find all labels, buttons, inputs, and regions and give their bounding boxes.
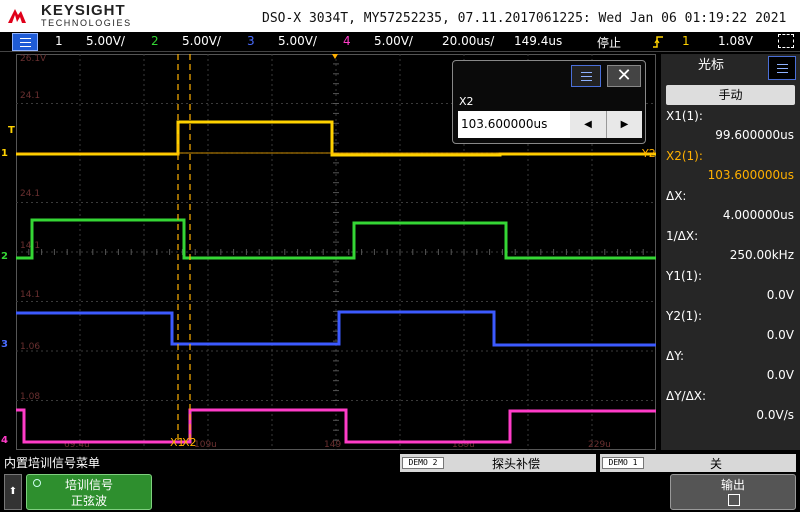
- y1-readout[interactable]: Y1(1): 0.0V: [661, 268, 800, 308]
- ch1-number[interactable]: 1: [55, 34, 63, 48]
- panel-title: 光标: [697, 58, 724, 73]
- trigger-edge-icon: [653, 36, 663, 48]
- brand-subtitle: TECHNOLOGIES: [41, 18, 132, 28]
- cursor-mode-button[interactable]: 手动: [666, 85, 795, 105]
- output-checkbox-icon[interactable]: [728, 494, 740, 506]
- level-label: 1.06: [20, 342, 40, 352]
- training-signal-title: 培训信号: [64, 478, 113, 492]
- trigger-source[interactable]: 1: [682, 34, 690, 48]
- trigger-position-icon: [332, 54, 338, 59]
- time-label: 229u: [588, 440, 611, 450]
- x1-label: X1(1):: [666, 109, 703, 123]
- cursor-box-icon[interactable]: [778, 34, 794, 48]
- level-label: 24.1: [20, 189, 40, 199]
- softkey-menu-title: 内置培训信号菜单: [4, 456, 101, 470]
- y1-value: 0.0V: [766, 288, 794, 302]
- y1-label: Y1(1):: [666, 269, 703, 283]
- inv-dx-readout: 1/ΔX: 250.00kHz: [661, 228, 800, 268]
- dydx-value: 0.0V/s: [756, 408, 794, 422]
- dydx-label: ΔY/ΔX:: [666, 389, 707, 403]
- time-label: 149: [324, 440, 341, 450]
- dialog-menu-button[interactable]: [571, 65, 601, 87]
- y2-value: 0.0V: [766, 328, 794, 342]
- x2-label: X2(1):: [666, 149, 703, 163]
- dx-label: ΔX:: [666, 189, 687, 203]
- level-label: 24.1: [20, 91, 40, 101]
- trigger-marker: T: [8, 125, 15, 136]
- ch1-scale[interactable]: 5.00V/: [86, 34, 125, 48]
- ch1-ref-label: 26.1V: [20, 54, 47, 64]
- level-label: 14.1: [20, 241, 40, 251]
- main-menu-button[interactable]: [12, 33, 38, 51]
- demo1-tag: DEMO 1: [602, 457, 644, 469]
- ch2-scale[interactable]: 5.00V/: [182, 34, 221, 48]
- level-label: 14.1: [20, 290, 40, 300]
- ch3-ground-marker[interactable]: 3: [1, 339, 8, 350]
- inv-dx-label: 1/ΔX:: [666, 229, 699, 243]
- y2-cursor-tag[interactable]: Y2: [642, 147, 656, 160]
- training-signal-value: 正弦波: [70, 494, 107, 508]
- x2-value-field[interactable]: 103.600000us: [458, 111, 570, 138]
- dy-value: 0.0V: [766, 368, 794, 382]
- demo1-label: 关: [710, 457, 723, 471]
- horizontal-delay[interactable]: 149.4us: [514, 34, 562, 48]
- dx-readout: ΔX: 4.000000us: [661, 188, 800, 228]
- demo2-label: 探头补偿: [492, 457, 541, 471]
- x2-readout[interactable]: X2(1): 103.600000us: [661, 148, 800, 188]
- top-header: KEYSIGHT TECHNOLOGIES DSO-X 3034T, MY572…: [0, 0, 800, 32]
- demo1-button[interactable]: DEMO 1 关: [600, 454, 796, 472]
- run-state[interactable]: 停止: [597, 34, 621, 51]
- ch2-number[interactable]: 2: [151, 34, 159, 48]
- demo2-button[interactable]: DEMO 2 探头补偿: [400, 454, 596, 472]
- inv-dx-value: 250.00kHz: [729, 248, 794, 262]
- dialog-label: X2: [459, 95, 474, 108]
- demo2-tag: DEMO 2: [402, 457, 444, 469]
- cursor-x2-dialog: ✕ X2 103.600000us ◀ ▶: [452, 60, 646, 144]
- time-label: 109u: [194, 440, 217, 450]
- y2-readout[interactable]: Y2(1): 0.0V: [661, 308, 800, 348]
- dialog-close-button[interactable]: ✕: [607, 65, 641, 87]
- x1-readout[interactable]: X1(1): 99.600000us: [661, 108, 800, 148]
- increment-right-icon[interactable]: ▶: [606, 111, 642, 138]
- ch4-scale[interactable]: 5.00V/: [374, 34, 413, 48]
- timebase-scale[interactable]: 20.00us/: [442, 34, 494, 48]
- ch4-number[interactable]: 4: [343, 34, 351, 48]
- channel-bar: 1 5.00V/ 2 5.00V/ 3 5.00V/ 4 5.00V/ 20.0…: [0, 32, 800, 52]
- ch4-ground-marker[interactable]: 4: [1, 435, 8, 446]
- output-label: 输出: [720, 478, 745, 492]
- back-up-arrow-icon[interactable]: ⬆: [4, 474, 22, 510]
- selection-indicator-icon: [33, 479, 41, 487]
- x2-cursor-tag[interactable]: X2: [182, 436, 197, 449]
- panel-menu-button[interactable]: [768, 56, 796, 80]
- ch2-ground-marker[interactable]: 2: [1, 251, 8, 262]
- x2-value: 103.600000us: [707, 168, 794, 182]
- cursors-panel: 光标 手动 X1(1): 99.600000us X2(1): 103.6000…: [661, 54, 800, 450]
- dy-readout: ΔY: 0.0V: [661, 348, 800, 388]
- x1-value: 99.600000us: [715, 128, 794, 142]
- softkey-bar: 内置培训信号菜单 DEMO 2 探头补偿 DEMO 1 关 ⬆ 培训信号 正弦波…: [0, 452, 800, 512]
- output-button[interactable]: 输出: [670, 474, 796, 510]
- decrement-left-icon[interactable]: ◀: [570, 111, 606, 138]
- y2-label: Y2(1):: [666, 309, 703, 323]
- scope-info: DSO-X 3034T, MY57252235, 07.11.201706122…: [262, 11, 787, 26]
- ch3-number[interactable]: 3: [247, 34, 255, 48]
- trigger-level[interactable]: 1.08V: [718, 34, 753, 48]
- level-label: 1.08: [20, 392, 40, 402]
- keysight-logo-icon: [8, 9, 26, 23]
- ch3-scale[interactable]: 5.00V/: [278, 34, 317, 48]
- training-signal-button[interactable]: 培训信号 正弦波: [26, 474, 152, 510]
- dy-label: ΔY:: [666, 349, 684, 363]
- brand-name: KEYSIGHT: [41, 2, 126, 19]
- ch1-ground-marker[interactable]: 1: [1, 148, 8, 159]
- dydx-readout: ΔY/ΔX: 0.0V/s: [661, 388, 800, 428]
- dx-value: 4.000000us: [722, 208, 794, 222]
